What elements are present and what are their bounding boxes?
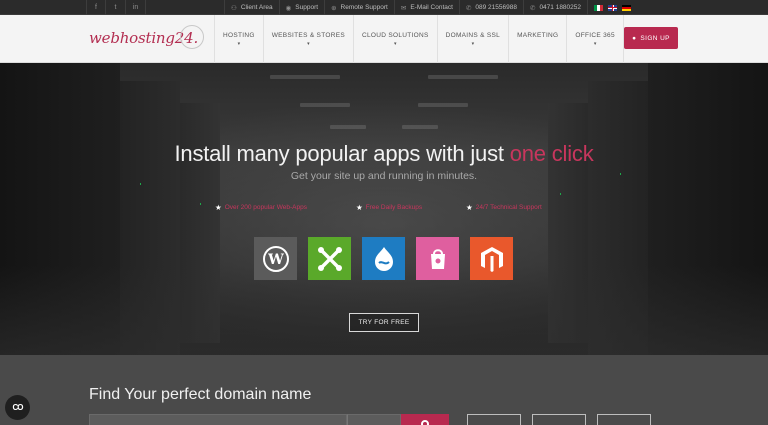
- domain-search-input[interactable]: [89, 414, 347, 425]
- support-label: Support: [295, 4, 319, 11]
- feature-label: Free Daily Backups: [365, 204, 423, 211]
- hero-title-accent: one click: [509, 141, 594, 166]
- facebook-icon[interactable]: f: [86, 0, 106, 15]
- magento-icon[interactable]: [470, 237, 513, 280]
- cookie-icon: CO: [12, 403, 24, 412]
- nav-label: DOMAINS & SSL: [445, 32, 501, 39]
- social-links: f t in: [86, 0, 146, 15]
- feature-item: ★ 24/7 Technical Support: [466, 203, 542, 212]
- ceiling-light-decoration: [330, 125, 366, 129]
- feature-item: ★ Free Daily Backups: [356, 203, 422, 212]
- domain-search-button[interactable]: [401, 414, 449, 425]
- star-icon: ★: [356, 203, 363, 212]
- cookie-settings-button[interactable]: CO: [5, 395, 30, 420]
- joomla-icon[interactable]: [308, 237, 351, 280]
- sign-up-button[interactable]: ● SIGN UP: [624, 27, 678, 49]
- chevron-down-icon: ▾: [237, 41, 241, 47]
- remote-icon: ⊕: [331, 4, 337, 12]
- remote-support-label: Remote Support: [340, 4, 388, 11]
- hero-title-main: Install many popular apps with just: [174, 141, 510, 166]
- server-led-decoration: [560, 193, 561, 195]
- email-contact-label: E-Mail Contact: [410, 4, 453, 11]
- domain-search-title: Find Your perfect domain name: [89, 386, 312, 403]
- hero-subtitle: Get your site up and running in minutes.: [290, 170, 478, 182]
- prestashop-icon[interactable]: [416, 237, 459, 280]
- phone-icon: ✆: [529, 4, 536, 12]
- nav-item-cloud-solutions[interactable]: CLOUD SOLUTIONS ▾: [352, 15, 437, 63]
- hero-title: Install many popular apps with just one …: [0, 141, 768, 167]
- phone-bolzano-link[interactable]: ✆ 0471 1880252: [522, 0, 587, 15]
- chevron-down-icon: ▾: [593, 41, 597, 47]
- drupal-icon[interactable]: [362, 237, 405, 280]
- remote-support-link[interactable]: ⊕ Remote Support: [324, 0, 394, 15]
- english-flag-icon[interactable]: [608, 4, 618, 11]
- feature-item: ★ Over 200 popular Web-Apps: [215, 203, 307, 212]
- users-icon: ⚇: [231, 4, 237, 12]
- svg-text:W: W: [267, 252, 284, 268]
- tld-option[interactable]: [532, 414, 586, 425]
- star-icon: ★: [466, 203, 473, 212]
- nav-item-marketing[interactable]: MARKETING: [508, 15, 566, 63]
- app-icons: W: [254, 237, 513, 280]
- nav-item-domains-ssl[interactable]: DOMAINS & SSL ▾: [436, 15, 508, 63]
- nav-label: OFFICE 365: [575, 32, 615, 39]
- ceiling-light-decoration: [270, 75, 340, 79]
- site-logo[interactable]: webhosting24.: [89, 25, 205, 51]
- phone-munich-link[interactable]: ✆ 089 21556988: [458, 0, 523, 15]
- nav-item-hosting[interactable]: HOSTING ▾: [214, 15, 263, 63]
- italian-flag-icon[interactable]: [594, 4, 604, 11]
- phone-munich-label: 089 21556988: [475, 4, 517, 11]
- support-icon: ◉: [285, 4, 292, 12]
- email-contact-link[interactable]: ✉ E-Mail Contact: [393, 0, 459, 15]
- main-navbar: webhosting24. HOSTING ▾ WEBSITES & STORES…: [0, 15, 768, 63]
- server-led-decoration: [140, 183, 141, 185]
- domain-search-section: Find Your perfect domain name: [0, 355, 768, 425]
- phone-icon: ✆: [465, 4, 472, 12]
- client-area-label: Client Area: [240, 4, 273, 11]
- star-icon: ★: [215, 203, 222, 212]
- mail-icon: ✉: [400, 4, 407, 12]
- hero-banner: Install many popular apps with just one …: [0, 63, 768, 355]
- nav-item-websites-stores[interactable]: WEBSITES & STORES ▾: [262, 15, 353, 63]
- sign-up-label: SIGN UP: [640, 34, 670, 42]
- wordpress-icon[interactable]: W: [254, 237, 297, 280]
- german-flag-icon[interactable]: [622, 4, 632, 11]
- feature-list: ★ Over 200 popular Web-Apps ★ Free Daily B…: [0, 203, 768, 213]
- try-for-free-button[interactable]: TRY FOR FREE: [349, 313, 419, 332]
- ceiling-light-decoration: [418, 103, 468, 107]
- nav-item-office-365[interactable]: OFFICE 365 ▾: [566, 15, 624, 63]
- chevron-down-icon: ▾: [394, 41, 397, 47]
- ceiling-light-decoration: [300, 103, 350, 107]
- logo-ring: [180, 25, 205, 49]
- chevron-down-icon: ▾: [307, 41, 310, 47]
- twitter-icon[interactable]: t: [106, 0, 126, 15]
- tld-option[interactable]: [467, 414, 521, 425]
- client-area-link[interactable]: ⚇ Client Area: [224, 0, 279, 15]
- main-menu: HOSTING ▾ WEBSITES & STORES ▾ CLOUD SOLUTI…: [214, 15, 624, 63]
- top-utility-bar: f t in ⚇ Client Area ◉ Support ⊕ Remote Sup…: [0, 0, 768, 15]
- chevron-down-icon: ▾: [471, 41, 475, 47]
- phone-bolzano-label: 0471 1880252: [539, 4, 582, 11]
- search-icon: [421, 420, 429, 425]
- linkedin-icon[interactable]: in: [126, 0, 146, 15]
- domain-extension-select[interactable]: [347, 414, 401, 425]
- nav-label: WEBSITES & STORES: [271, 32, 345, 39]
- utility-links: ⚇ Client Area ◉ Support ⊕ Remote Support ✉ E…: [224, 0, 637, 15]
- tld-option[interactable]: [597, 414, 651, 425]
- ceiling-light-decoration: [402, 125, 438, 129]
- page: f t in ⚇ Client Area ◉ Support ⊕ Remote Sup…: [0, 0, 768, 425]
- feature-label: Over 200 popular Web-Apps: [224, 204, 307, 211]
- user-icon: ●: [632, 34, 637, 42]
- nav-label: HOSTING: [223, 32, 255, 39]
- ceiling-light-decoration: [428, 75, 498, 79]
- nav-label: MARKETING: [517, 32, 559, 39]
- language-flags: [587, 0, 637, 15]
- support-link[interactable]: ◉ Support: [278, 0, 324, 15]
- feature-label: 24/7 Technical Support: [475, 204, 542, 211]
- nav-label: CLOUD SOLUTIONS: [361, 32, 429, 39]
